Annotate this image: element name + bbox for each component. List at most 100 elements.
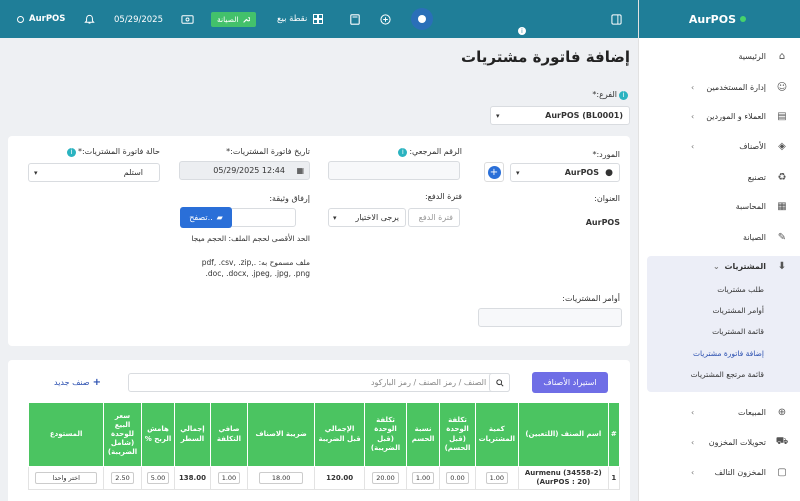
folder-icon: ▰ bbox=[216, 213, 223, 222]
plus-circle-icon: + bbox=[487, 165, 501, 179]
attach-document-label: إرفاق وثيقة: bbox=[269, 194, 310, 203]
sidebar-sub-purchase-list[interactable]: قائمة المشتريات bbox=[712, 327, 764, 336]
col-unit-cost-before-tax: تكلفة الوحدة (قبل الضريبة) bbox=[364, 402, 407, 467]
sidebar-item-contacts[interactable]: ‹ العملاء و الموردين ▤ bbox=[647, 106, 788, 126]
row-cost-before-tax[interactable]: 20.00 bbox=[364, 465, 407, 491]
ref-no-label: الرقم المرجعي:i bbox=[396, 147, 462, 157]
chevron-left-icon: ‹ bbox=[691, 111, 695, 121]
col-profit-margin: هامش الربح % bbox=[140, 402, 176, 467]
row-total-before-tax: 120.00 bbox=[314, 465, 366, 491]
col-unit-cost-before-discount: تكلفة الوحدة (قبل الحسم) bbox=[439, 402, 476, 467]
sidebar-item-purchases[interactable]: ⌄ المشتريات ⬇ bbox=[647, 256, 788, 276]
row-tax[interactable]: 18.00 bbox=[247, 465, 316, 491]
panel-toggle-icon[interactable] bbox=[611, 14, 622, 25]
row-qty[interactable]: 1.00 bbox=[474, 465, 519, 491]
wrench-icon: ✎ bbox=[777, 231, 787, 243]
sidebar-item-home[interactable]: الرئيسية ⌂ bbox=[647, 46, 788, 66]
supplier-label: المورد:* bbox=[592, 150, 620, 159]
truck-icon: ⛟ bbox=[775, 435, 789, 447]
sidebar-sub-add-purchase[interactable]: إضافة فاتورة مشتريات bbox=[693, 349, 764, 358]
branch-label: iالفرع:* bbox=[592, 90, 630, 100]
chevron-left-icon: ‹ bbox=[691, 141, 695, 151]
pos-button[interactable]: نقطة بيع bbox=[277, 14, 324, 24]
chevron-left-icon: ‹ bbox=[691, 82, 695, 92]
sidebar-item-products[interactable]: ‹ الأصناف ◈ bbox=[647, 136, 788, 156]
purchase-orders-label: أوامر المشتريات: bbox=[562, 294, 620, 303]
table-header-row: # اسم الصنف (اللتعبين) كمية المشتريات تك… bbox=[27, 402, 621, 467]
current-date: 05/29/2025 bbox=[114, 15, 163, 25]
row-unit-cost[interactable]: 0.00 bbox=[439, 465, 476, 491]
sidebar-item-manufacturing[interactable]: تصنيع ♻ bbox=[647, 167, 788, 187]
col-total-before-tax: الإجمالي قبل الضريبة bbox=[314, 402, 366, 467]
pay-term-select[interactable]: ▾ يرجى الاختيار bbox=[328, 208, 406, 227]
new-product-link[interactable]: صنف جديد + bbox=[54, 377, 101, 388]
ref-no-input[interactable] bbox=[328, 161, 460, 180]
col-net-cost: صافي التكلفة bbox=[209, 402, 249, 467]
search-icon[interactable] bbox=[489, 373, 510, 392]
sidebar-item-users[interactable]: ‹ إدارة المستخدمين ☺ bbox=[647, 77, 788, 97]
info-icon: i bbox=[619, 91, 628, 100]
chevron-down-icon: ⌄ bbox=[713, 261, 720, 271]
chevron-left-icon: ‹ bbox=[691, 437, 695, 447]
import-products-button[interactable]: استيراد الأصناف bbox=[532, 372, 608, 393]
money-icon[interactable] bbox=[181, 14, 194, 25]
address-label: العنوان: bbox=[594, 194, 620, 203]
chevron-down-icon: ▾ bbox=[496, 111, 500, 120]
purchase-orders-select[interactable] bbox=[478, 308, 622, 327]
sidebar-item-maintenance[interactable]: الصيانة ✎ bbox=[647, 227, 788, 247]
products-table: # اسم الصنف (اللتعبين) كمية المشتريات تك… bbox=[27, 402, 621, 491]
browse-button[interactable]: تصفح.. ▰ bbox=[180, 207, 232, 228]
sidebar-item-stock-transfers[interactable]: ‹ تحويلات المخزون ⛟ bbox=[647, 432, 788, 452]
allowed-files-note: ملف مسموح به: .pdf, .csv, .zip, .doc, .d… bbox=[201, 258, 310, 278]
row-discount[interactable]: 1.00 bbox=[405, 465, 441, 491]
sidebar: AurPOS الرئيسية ⌂ ‹ إدارة المستخدمين ☺ ‹ الع… bbox=[638, 0, 800, 501]
maintenance-button[interactable]: الصيانة bbox=[211, 12, 256, 27]
sidebar-sub-purchase-returns[interactable]: قائمة مرتجع المشتريات bbox=[691, 370, 764, 379]
col-line-total: إجمالي السطر bbox=[174, 402, 211, 467]
sidebar-sub-purchase-request[interactable]: طلب مشتريات bbox=[717, 285, 764, 294]
col-qty: كمية المشتريات bbox=[474, 402, 519, 467]
chevron-left-icon: ‹ bbox=[691, 467, 695, 477]
col-product-tax: ضريبة الاصناف bbox=[247, 402, 316, 467]
bell-icon[interactable] bbox=[84, 14, 95, 25]
pay-term-input[interactable]: فترة الدفع bbox=[408, 208, 460, 227]
add-supplier-button[interactable]: + bbox=[484, 162, 504, 182]
money-icon bbox=[17, 15, 24, 23]
sidebar-sub-purchase-orders[interactable]: أوامر المشتريات bbox=[712, 306, 764, 315]
col-selling-price: سعر البيع للوحدة (شامل الضريبة) bbox=[103, 402, 142, 467]
recycle-icon: ♻ bbox=[777, 171, 787, 183]
row-net-cost[interactable]: 1.00 bbox=[209, 465, 249, 491]
calendar-icon: ▦ bbox=[296, 166, 304, 175]
sidebar-item-accounting[interactable]: المحاسبة ▦ bbox=[647, 196, 788, 216]
wrench-icon bbox=[242, 16, 250, 23]
sidebar-item-sales[interactable]: ‹ المبيعات ⊕ bbox=[647, 402, 788, 422]
purchase-date-input[interactable]: 05/29/2025 12:44 ▦ bbox=[179, 161, 310, 180]
info-icon[interactable] bbox=[411, 8, 433, 30]
chevron-down-icon: ▾ bbox=[34, 168, 38, 177]
info-icon: i bbox=[518, 27, 526, 35]
row-sell-price[interactable]: 2.50 bbox=[103, 465, 142, 491]
branch-select[interactable]: ▾ AurPOS (BL0001) bbox=[490, 106, 630, 125]
calculator-icon[interactable] bbox=[350, 14, 360, 25]
brand-app-name[interactable]: AurPOS bbox=[16, 14, 65, 24]
chevron-down-icon: ▾ bbox=[333, 213, 337, 222]
sidebar-brand[interactable]: AurPOS bbox=[639, 0, 800, 38]
plus-circle-icon[interactable] bbox=[380, 14, 391, 25]
supplier-select[interactable]: ▾ AurPOS ● bbox=[510, 163, 620, 182]
sidebar-item-damaged-stock[interactable]: ‹ المخزون التالف ▢ bbox=[647, 462, 788, 482]
main-content: إضافة فاتورة مشتريات iالفرع:* ▾ AurPOS (… bbox=[0, 38, 638, 501]
file-input[interactable] bbox=[230, 208, 296, 227]
purchase-status-select[interactable]: ▾ استلم bbox=[28, 163, 160, 182]
top-navbar: AurPOS 05/29/2025 الصيانة نقطة بيع i bbox=[0, 0, 638, 38]
page-title: إضافة فاتورة مشتريات bbox=[461, 48, 630, 66]
chevron-left-icon: ‹ bbox=[691, 407, 695, 417]
product-search-input[interactable]: اسم الصنف / رمز الصنف / رمز الباركود bbox=[128, 373, 510, 392]
table-row: 1 Aurmenu (34558-2) (AurPOS : 20) 1.00 0… bbox=[27, 465, 621, 491]
download-icon: ⬇ bbox=[777, 260, 787, 272]
products-card: استيراد الأصناف اسم الصنف / رمز الصنف / … bbox=[8, 360, 630, 501]
users-icon: ☺ bbox=[776, 81, 788, 93]
online-dot-icon bbox=[740, 16, 746, 22]
row-margin[interactable]: 5.00 bbox=[140, 465, 176, 491]
col-index: # bbox=[607, 402, 621, 467]
row-warehouse[interactable]: اختر واحدا bbox=[27, 465, 105, 491]
